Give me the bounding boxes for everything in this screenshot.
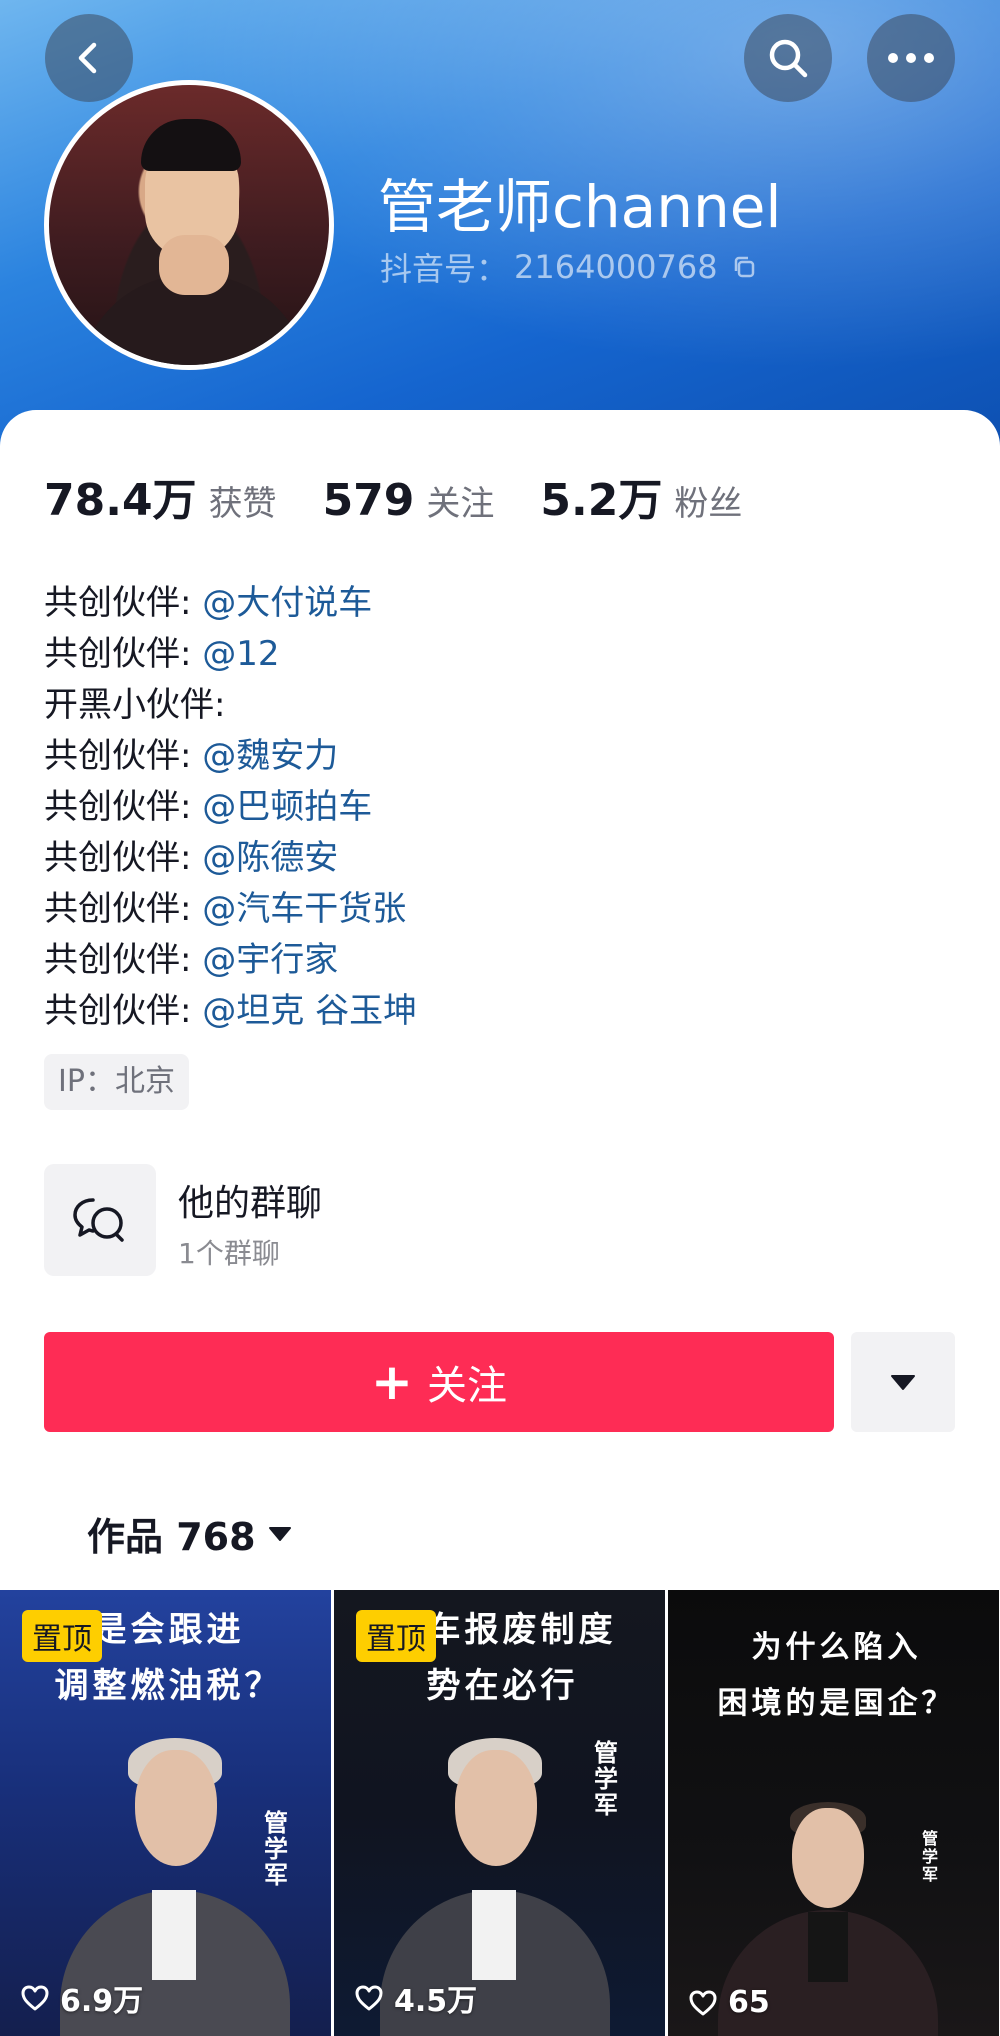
heart-icon [355, 1985, 383, 2011]
group-chat-count: 1个群聊 [178, 1237, 280, 1270]
pinned-badge: 置顶 [356, 1610, 436, 1662]
presenter-image [668, 1590, 999, 2036]
followers-label: 粉丝 [674, 484, 743, 524]
heart-icon [689, 1990, 717, 2015]
plus-icon: + [371, 1353, 413, 1411]
pinned-badge: 置顶 [22, 1610, 102, 1662]
bio-mention-link[interactable]: @12 [202, 634, 279, 674]
presenter-name-label: 管学军 [594, 1739, 618, 1819]
video-likes-count: 6.9万 [60, 1984, 144, 2019]
avatar-hand [159, 235, 229, 295]
bio-mention-link[interactable]: @陈德安 [202, 838, 338, 878]
likes-label: 获赞 [208, 484, 277, 524]
search-icon [769, 39, 808, 78]
group-chat-title[interactable]: 他的群聊 [178, 1174, 322, 1226]
likes-count[interactable]: 78.4万 [44, 464, 197, 528]
following-label: 关注 [426, 484, 495, 524]
video-grid: 是会跟进 调整燃油税？ 置顶 管学军 6.9万 汽车报废制度 势在必行 置顶 管… [0, 1590, 1000, 2036]
bio-line: 共创伙伴: @陈德安 [44, 833, 944, 884]
stats-row: 78.4万 获赞 579 关注 5.2万 粉丝 [44, 464, 742, 528]
bio-line: 共创伙伴: @汽车干货张 [44, 884, 944, 935]
avatar[interactable] [44, 80, 334, 370]
more-button[interactable] [867, 14, 955, 102]
video-likes: 65 [688, 1985, 770, 2020]
follow-dropdown-button[interactable] [851, 1332, 955, 1432]
search-button[interactable] [744, 14, 832, 102]
bio-line: 共创伙伴: @宇行家 [44, 935, 944, 986]
presenter-name-label: 管学军 [921, 1829, 938, 1884]
bio-line: 共创伙伴: @魏安力 [44, 731, 944, 782]
profile-bio: 共创伙伴: @大付说车 共创伙伴: @12 开黑小伙伴: 共创伙伴: @魏安力 … [44, 578, 944, 1037]
avatar-hair [141, 119, 241, 171]
works-tab-label: 作品 768 [87, 1515, 256, 1559]
bio-prefix: 共创伙伴: [44, 940, 203, 980]
profile-nickname: 管老师channel [378, 173, 782, 241]
bio-prefix: 开黑小伙伴: [44, 685, 226, 725]
bio-prefix: 共创伙伴: [44, 838, 203, 878]
bio-mention-link[interactable]: @宇行家 [202, 940, 338, 980]
video-thumbnail[interactable]: 为什么陷入 困境的是国企？ 管学军 65 [668, 1590, 999, 2036]
copy-icon[interactable] [732, 255, 756, 279]
video-likes: 6.9万 [20, 1976, 143, 2020]
video-thumbnail[interactable]: 汽车报废制度 势在必行 置顶 管学军 4.5万 [334, 1590, 665, 2036]
bio-line: 共创伙伴: @大付说车 [44, 578, 944, 629]
tab-works[interactable]: 作品 768 [87, 1506, 292, 1561]
heart-icon [21, 1985, 49, 2011]
presenter-name-label: 管学军 [264, 1809, 288, 1889]
bio-prefix: 共创伙伴: [44, 991, 203, 1031]
bio-prefix: 共创伙伴: [44, 889, 203, 929]
followers-count[interactable]: 5.2万 [540, 464, 662, 528]
bio-line: 开黑小伙伴: [44, 680, 944, 731]
ip-location-tag: IP：北京 [44, 1054, 189, 1110]
bio-line: 共创伙伴: @12 [44, 629, 944, 680]
back-button[interactable] [45, 14, 133, 102]
follow-button[interactable]: + 关注 [44, 1332, 834, 1432]
bio-mention-link[interactable]: @坦克 谷玉坤 [202, 991, 417, 1031]
douyin-id-row[interactable]: 抖音号： 2164000768 [380, 244, 756, 290]
video-likes: 4.5万 [354, 1976, 477, 2020]
more-icon [888, 53, 934, 63]
bio-mention-link[interactable]: @汽车干货张 [202, 889, 406, 929]
profile-page: 管老师channel 抖音号： 2164000768 78.4万 获赞 579 … [0, 0, 1000, 2036]
caret-down-icon [268, 1526, 291, 1541]
bio-prefix: 共创伙伴: [44, 736, 203, 776]
video-likes-count: 65 [728, 1985, 770, 2020]
bio-prefix: 共创伙伴: [44, 787, 203, 827]
bio-prefix: 共创伙伴: [44, 583, 203, 623]
bio-prefix: 共创伙伴: [44, 634, 203, 674]
group-chat-icon [73, 1198, 124, 1242]
group-chat-icon-box[interactable] [44, 1164, 156, 1276]
douyin-id-value: 2164000768 [514, 248, 718, 286]
back-icon [78, 42, 97, 74]
douyin-id-label: 抖音号： [380, 250, 509, 288]
following-count[interactable]: 579 [323, 475, 415, 526]
profile-card: 78.4万 获赞 579 关注 5.2万 粉丝 共创伙伴: @大付说车 共创伙伴… [0, 410, 1000, 2036]
video-thumbnail[interactable]: 是会跟进 调整燃油税？ 置顶 管学军 6.9万 [0, 1590, 331, 2036]
video-likes-count: 4.5万 [394, 1984, 478, 2019]
bio-line: 共创伙伴: @巴顿拍车 [44, 782, 944, 833]
bio-mention-link[interactable]: @大付说车 [202, 583, 372, 623]
bio-mention-link[interactable]: @巴顿拍车 [202, 787, 372, 827]
follow-button-label: 关注 [426, 1363, 507, 1409]
bio-line: 共创伙伴: @坦克 谷玉坤 [44, 986, 944, 1037]
caret-down-icon [891, 1375, 915, 1390]
bio-mention-link[interactable]: @魏安力 [202, 736, 338, 776]
